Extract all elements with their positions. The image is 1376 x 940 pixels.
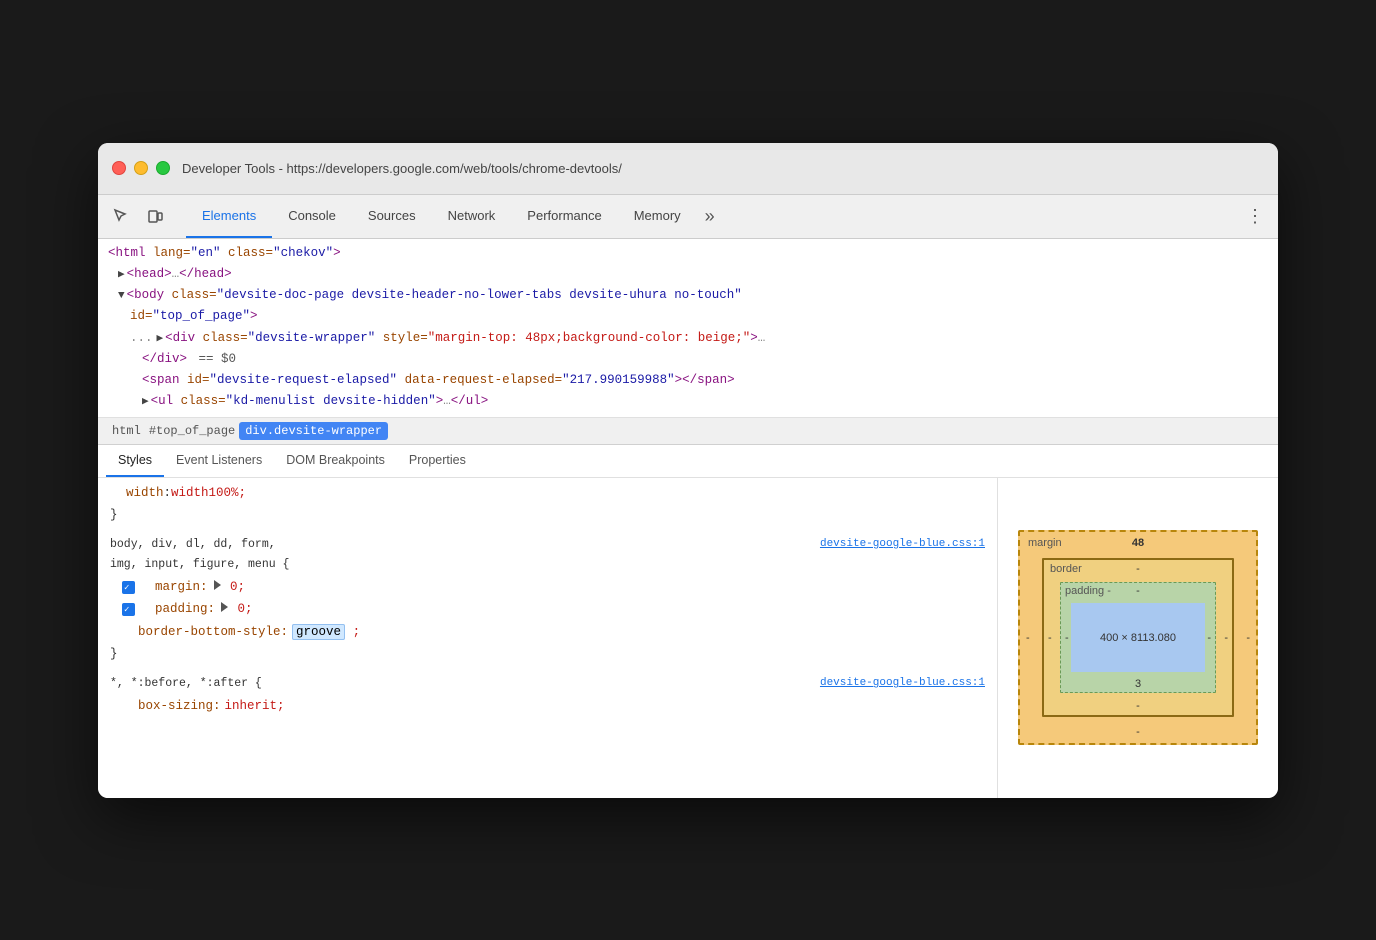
- close-button[interactable]: [112, 161, 126, 175]
- breadcrumb-html[interactable]: html: [108, 422, 145, 440]
- css-prop-boxsizing: box-sizing:: [138, 695, 221, 718]
- padding-left-val: -: [1065, 632, 1069, 644]
- toolbar-menu: ⋮: [1240, 201, 1270, 231]
- tab-memory[interactable]: Memory: [618, 194, 697, 238]
- css-rule3-selector: *, *:before, *:after { devsite-google-bl…: [110, 674, 985, 695]
- tab-console[interactable]: Console: [272, 194, 352, 238]
- devtools-menu-button[interactable]: ⋮: [1240, 201, 1270, 231]
- dom-line-div-wrapper[interactable]: ... ▶<div class="devsite-wrapper" style=…: [106, 328, 1270, 349]
- css-prop-padding: padding:: [155, 598, 215, 621]
- expand-head-arrow[interactable]: ▶: [118, 266, 125, 285]
- css-selector-text: body, div, dl, dd, form,: [110, 535, 276, 556]
- border-label: border: [1050, 563, 1082, 575]
- toolbar-icons: [106, 201, 170, 231]
- tab-network[interactable]: Network: [432, 194, 512, 238]
- css-line-border: border-bottom-style: groove ;: [110, 621, 985, 644]
- margin-right-val: -: [1246, 632, 1250, 644]
- css-line-width: width : width 100%;: [110, 482, 985, 505]
- css-val-groove: groove: [292, 624, 345, 640]
- traffic-lights: [112, 161, 170, 175]
- border-right-val: -: [1224, 632, 1228, 644]
- css-line-closing2: }: [110, 643, 985, 666]
- css-prop-margin: margin:: [155, 576, 208, 599]
- styles-panel: width : width 100%; } body, div, dl, dd,…: [98, 478, 998, 798]
- margin-expand-icon[interactable]: [214, 580, 221, 590]
- css-line-margin: margin: 0;: [110, 576, 985, 599]
- padding-right-val: -: [1207, 632, 1211, 644]
- inspect-icon[interactable]: [106, 201, 136, 231]
- style-tabs: Styles Event Listeners DOM Breakpoints P…: [98, 445, 1278, 478]
- toolbar: Elements Console Sources Network Perform…: [98, 195, 1278, 239]
- margin-bottom-val: -: [1136, 726, 1140, 738]
- content-size: 400 × 8113.080: [1100, 632, 1176, 644]
- css-line-closing1: }: [110, 504, 985, 527]
- border-left-val: -: [1048, 632, 1052, 644]
- css-link-1[interactable]: devsite-google-blue.css:1: [820, 535, 985, 555]
- css-link-2[interactable]: devsite-google-blue.css:1: [820, 674, 985, 694]
- padding-expand-icon[interactable]: [221, 602, 228, 612]
- margin-top-val: 48: [1132, 537, 1144, 549]
- tab-styles[interactable]: Styles: [106, 445, 164, 477]
- breadcrumb-top-of-page[interactable]: #top_of_page: [145, 422, 239, 440]
- padding-bottom-val: 3: [1135, 678, 1141, 690]
- border-bottom-val: -: [1136, 700, 1140, 712]
- tab-performance[interactable]: Performance: [511, 194, 617, 238]
- padding-label: padding -: [1065, 585, 1111, 597]
- breadcrumb-div-wrapper[interactable]: div.devsite-wrapper: [239, 422, 388, 440]
- margin-checkbox[interactable]: [122, 581, 135, 594]
- dom-line-body[interactable]: ▼<body class="devsite-doc-page devsite-h…: [106, 285, 1270, 306]
- minimize-button[interactable]: [134, 161, 148, 175]
- tab-event-listeners[interactable]: Event Listeners: [164, 445, 274, 477]
- dom-tree-panel: <html lang="en" class="chekov"> ▶<head>……: [98, 239, 1278, 418]
- css-rule-universal: *, *:before, *:after { devsite-google-bl…: [110, 674, 985, 717]
- devtools-window: Developer Tools - https://developers.goo…: [98, 143, 1278, 798]
- maximize-button[interactable]: [156, 161, 170, 175]
- css-val-width: width: [171, 482, 209, 505]
- dom-line-html[interactable]: <html lang="en" class="chekov">: [106, 243, 1270, 264]
- margin-label: margin: [1028, 537, 1062, 549]
- box-model-padding: padding - - 3 - - 400 × 8113.080: [1060, 582, 1216, 693]
- tab-dom-breakpoints[interactable]: DOM Breakpoints: [274, 445, 397, 477]
- dom-line-ul[interactable]: ▶<ul class="kd-menulist devsite-hidden">…: [106, 391, 1270, 412]
- box-model-content: 400 × 8113.080: [1071, 603, 1205, 672]
- css-val-inherit: inherit;: [225, 695, 285, 718]
- dom-line-head[interactable]: ▶<head>…</head>: [106, 264, 1270, 285]
- box-model-diagram: margin 48 - - - border - - - - paddi: [1018, 530, 1258, 745]
- dom-line-body-id: id="top_of_page">: [106, 306, 1270, 327]
- window-title: Developer Tools - https://developers.goo…: [182, 161, 622, 176]
- tab-sources[interactable]: Sources: [352, 194, 432, 238]
- breadcrumb: html #top_of_page div.devsite-wrapper: [98, 418, 1278, 445]
- css-selector-line2: img, input, figure, menu {: [110, 555, 985, 576]
- css-rule-body: body, div, dl, dd, form, devsite-google-…: [110, 535, 985, 666]
- main-content: width : width 100%; } body, div, dl, dd,…: [98, 478, 1278, 798]
- title-bar: Developer Tools - https://developers.goo…: [98, 143, 1278, 195]
- more-tabs-button[interactable]: »: [697, 194, 723, 238]
- device-toggle-icon[interactable]: [140, 201, 170, 231]
- expand-body-arrow[interactable]: ▼: [118, 287, 125, 306]
- box-model-panel: margin 48 - - - border - - - - paddi: [998, 478, 1278, 798]
- padding-top-val: -: [1136, 585, 1140, 597]
- css-prop-border: border-bottom-style:: [138, 621, 288, 644]
- padding-checkbox[interactable]: [122, 603, 135, 616]
- expand-ul-arrow[interactable]: ▶: [142, 393, 149, 412]
- css-selector-line: body, div, dl, dd, form, devsite-google-…: [110, 535, 985, 556]
- css-line-boxsizing: box-sizing: inherit;: [110, 695, 985, 718]
- css-rule-width: width : width 100%; }: [110, 482, 985, 527]
- expand-div-arrow[interactable]: ▶: [157, 330, 164, 349]
- tab-elements[interactable]: Elements: [186, 194, 272, 238]
- dom-line-span[interactable]: <span id="devsite-request-elapsed" data-…: [106, 370, 1270, 391]
- dom-line-closing-div[interactable]: </div> == $0: [106, 349, 1270, 370]
- tab-bar: Elements Console Sources Network Perform…: [186, 194, 723, 238]
- margin-left-val: -: [1026, 632, 1030, 644]
- css-line-padding: padding: 0;: [110, 598, 985, 621]
- box-model-border: border - - - - padding - - 3 - -: [1042, 558, 1234, 717]
- css-prop-width: width: [126, 482, 164, 505]
- tab-properties[interactable]: Properties: [397, 445, 478, 477]
- border-top-val: -: [1136, 563, 1140, 575]
- box-model-margin: margin 48 - - - border - - - - paddi: [1018, 530, 1258, 745]
- css-val-width-val: 100%;: [209, 482, 247, 505]
